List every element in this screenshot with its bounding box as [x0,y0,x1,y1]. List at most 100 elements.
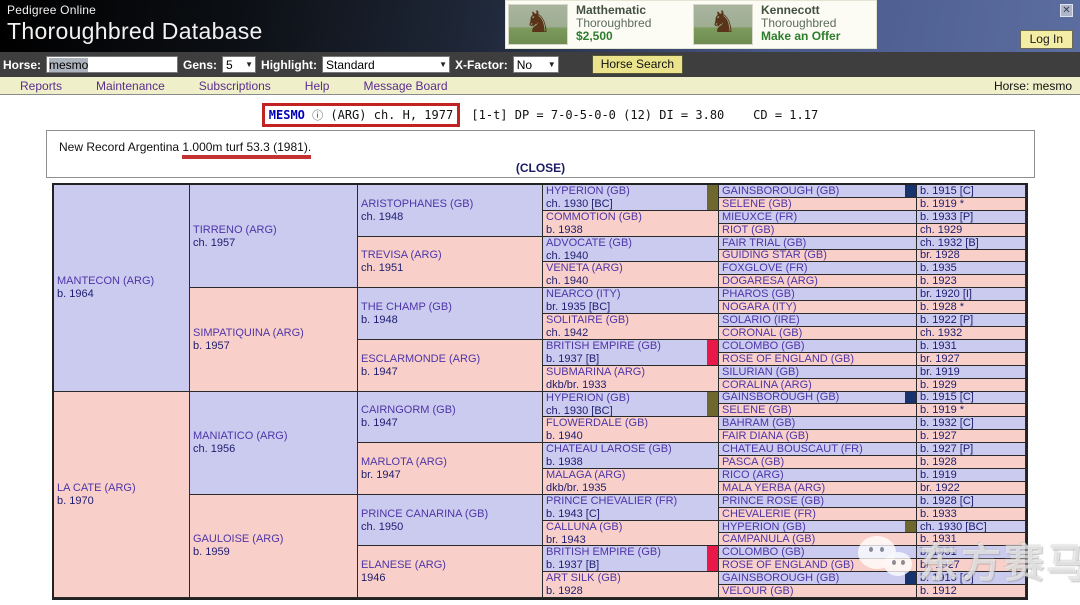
horse-link[interactable]: GUIDING STAR (GB) [722,250,827,262]
pedigree-cell: SELENE (GB) [719,404,917,417]
horse-input[interactable]: mesmo [46,56,178,73]
horse-link[interactable]: LA CATE (ARG) [57,482,189,495]
horse-link[interactable]: HYPERION (GB) [546,392,630,404]
horse-link[interactable]: COLOMBO (GB) [722,340,805,352]
ad-listing[interactable]: ♞MatthematicThoroughbred$2,500 [506,1,691,48]
horse-link[interactable]: PRINCE CANARINA (GB) [361,508,542,521]
horse-link[interactable]: FLOWERDALE (GB) [546,417,648,429]
horse-link[interactable]: DOGARESA (ARG) [722,275,818,287]
horse-link[interactable]: FOXGLOVE (FR) [722,262,808,274]
xfactor-select[interactable]: No ▼ [513,56,559,73]
pedigree-cell: COLOMBO (GB) [719,546,917,559]
horse-link[interactable]: HYPERION (GB) [722,521,806,533]
pedigree-cell: COLOMBO (GB) [719,340,917,353]
horse-link[interactable]: VENETA (ARG) [546,262,623,274]
horse-link[interactable]: CORALINA (ARG) [722,379,812,391]
pedigree-cell: MANTECON (ARG)b. 1964 [54,185,190,392]
horse-link[interactable]: BAHRAM (GB) [722,417,795,429]
horse-link[interactable]: ELANESE (ARG) [361,559,542,572]
horse-link[interactable]: CAMPANULA (GB) [722,533,815,545]
horse-link[interactable]: SILURIAN (GB) [722,366,799,378]
horse-link[interactable]: MIEUXCE (FR) [722,211,797,223]
horse-link[interactable]: CORONAL (GB) [722,327,802,339]
highlight-marker-navy [905,392,916,404]
close-link[interactable]: (CLOSE) [47,161,1034,175]
horse-link[interactable]: CAIRNGORM (GB) [361,404,542,417]
horse-link[interactable]: GAINSBOROUGH (GB) [722,572,839,584]
horse-link[interactable]: ART SILK (GB) [546,572,621,584]
horse-link[interactable]: PRINCE CHEVALIER (FR) [546,495,677,507]
horse-details: ch. 1951 [361,262,542,274]
horse-link[interactable]: PASCA (GB) [722,456,784,468]
site-logo[interactable]: Pedigree Online Thoroughbred Database [7,3,263,45]
horse-link[interactable]: CALLUNA (GB) [546,521,622,533]
horse-link[interactable]: GAINSBOROUGH (GB) [722,392,839,404]
horse-link[interactable]: BRITISH EMPIRE (GB) [546,340,661,352]
info-icon[interactable]: ⓘ [312,109,323,122]
horse-link[interactable]: CHATEAU LAROSE (GB) [546,443,672,455]
horse-link[interactable]: ROSE OF ENGLAND (GB) [722,559,854,571]
horse-link[interactable]: CHEVALERIE (FR) [722,508,816,520]
horse-link[interactable]: SELENE (GB) [722,198,792,210]
horse-search-button[interactable]: Horse Search [592,55,683,74]
horse-link[interactable]: HYPERION (GB) [546,185,630,197]
horse-details: b. 1915 [C] [920,185,974,197]
horse-link[interactable]: FAIR DIANA (GB) [722,430,809,442]
close-icon[interactable]: ✕ [1060,4,1073,17]
horse-name-link[interactable]: MESMO [269,108,305,122]
horse-link[interactable]: PRINCE ROSE (GB) [722,495,824,507]
horse-link[interactable]: NOGARA (ITY) [722,301,797,313]
horse-details: b. 1964 [57,288,189,300]
horse-details: b. 1957 [193,340,357,352]
horse-details: b. 1915 [C] [920,392,974,404]
horse-link[interactable]: RICO (ARG) [722,469,784,481]
horse-link[interactable]: COLOMBO (GB) [722,546,805,558]
horse-link[interactable]: SOLARIO (IRE) [722,314,800,326]
horse-link[interactable]: MANTECON (ARG) [57,275,189,288]
pedigree-cell: FLOWERDALE (GB)b. 1940 [543,417,719,443]
nav-link-reports[interactable]: Reports [20,79,62,93]
nav-link-help[interactable]: Help [305,79,330,93]
horse-link[interactable]: SELENE (GB) [722,404,792,416]
horse-link[interactable]: CHATEAU BOUSCAUT (FR) [722,443,863,455]
horse-link[interactable]: PHAROS (GB) [722,288,795,300]
horse-link[interactable]: ARISTOPHANES (GB) [361,198,542,211]
horse-link[interactable]: MALAGA (ARG) [546,469,625,481]
ad-offer: $2,500 [576,30,651,43]
horse-link[interactable]: MALA YERBA (ARG) [722,482,825,494]
highlight-select[interactable]: Standard ▼ [322,56,450,73]
horse-link[interactable]: SOLITAIRE (GB) [546,314,629,326]
horse-link[interactable]: BRITISH EMPIRE (GB) [546,546,661,558]
horse-details: b. 1943 [C] [546,508,718,520]
horse-link[interactable]: ROSE OF ENGLAND (GB) [722,353,854,365]
record-text-underlined: 1.000m turf 53.3 (1981). [182,140,311,159]
horse-details: b. 1919 [920,469,957,481]
pedigree-year-cell: b. 1929 [917,379,1026,392]
horse-link[interactable]: VELOUR (GB) [722,585,794,597]
horse-details: br. 1920 [I] [920,288,972,300]
ad-listing[interactable]: ♞KennecottThoroughbredMake an Offer [691,1,876,48]
site-logo-line1: Pedigree Online [7,3,263,17]
horse-link[interactable]: COMMOTION (GB) [546,211,642,223]
horse-link[interactable]: ADVOCATE (GB) [546,237,632,249]
login-button[interactable]: Log In [1020,30,1073,49]
horse-link[interactable]: TIRRENO (ARG) [193,224,357,237]
pedigree-cell: BRITISH EMPIRE (GB)b. 1937 [B] [543,340,719,366]
horse-link[interactable]: RIOT (GB) [722,224,774,236]
nav-link-maintenance[interactable]: Maintenance [96,79,165,93]
nav-link-subscriptions[interactable]: Subscriptions [199,79,271,93]
horse-link[interactable]: GAULOISE (ARG) [193,533,357,546]
horse-link[interactable]: NEARCO (ITY) [546,288,621,300]
nav-link-message-board[interactable]: Message Board [363,79,447,93]
horse-link[interactable]: TREVISA (ARG) [361,249,542,262]
horse-link[interactable]: THE CHAMP (GB) [361,301,542,314]
horse-link[interactable]: MARLOTA (ARG) [361,456,542,469]
horse-link[interactable]: ESCLARMONDE (ARG) [361,353,542,366]
horse-link[interactable]: GAINSBOROUGH (GB) [722,185,839,197]
horse-link[interactable]: MANIATICO (ARG) [193,430,357,443]
horse-link[interactable]: FAIR TRIAL (GB) [722,237,806,249]
pedigree-year-cell: br. 1927 [917,559,1026,572]
horse-link[interactable]: SIMPATIQUINA (ARG) [193,327,357,340]
horse-link[interactable]: SUBMARINA (ARG) [546,366,645,378]
gens-select[interactable]: 5 ▼ [222,56,256,73]
